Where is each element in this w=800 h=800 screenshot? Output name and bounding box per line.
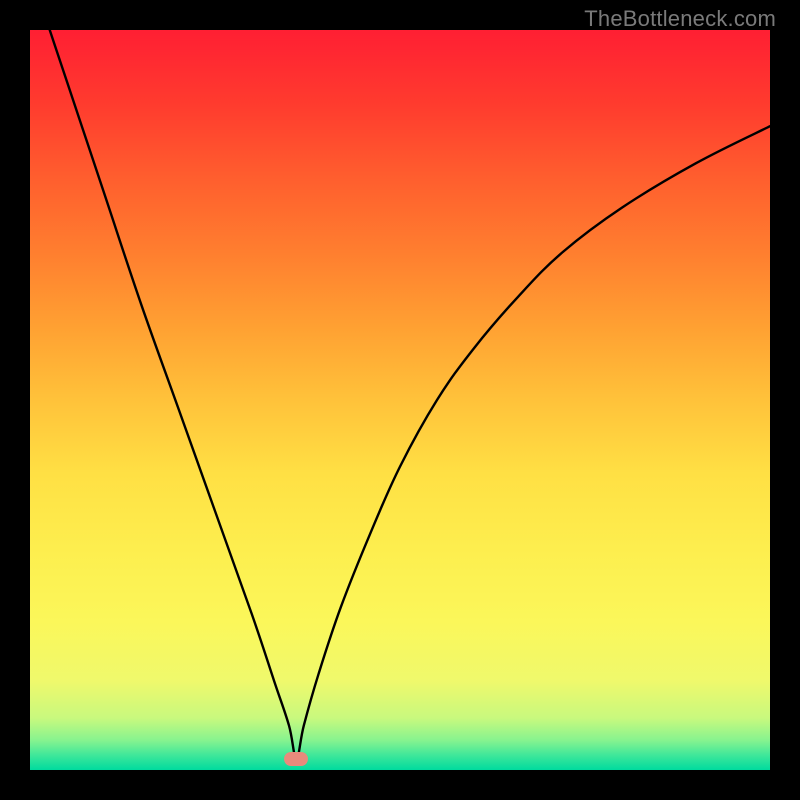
plot-area bbox=[30, 30, 770, 770]
chart-frame: TheBottleneck.com bbox=[0, 0, 800, 800]
curve-path bbox=[30, 30, 770, 759]
optimum-marker bbox=[284, 752, 308, 766]
bottleneck-curve bbox=[30, 30, 770, 770]
watermark-text: TheBottleneck.com bbox=[584, 6, 776, 32]
